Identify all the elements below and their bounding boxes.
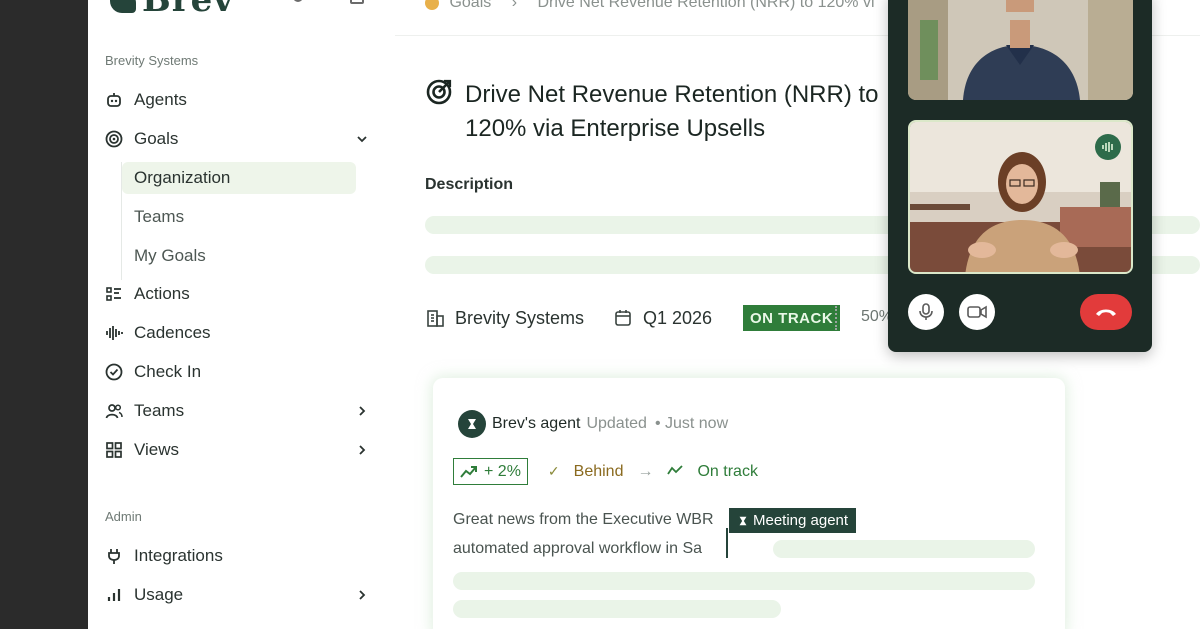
goal-organization[interactable]: Brevity Systems (425, 304, 584, 332)
update-action: Updated (586, 415, 647, 432)
progress-delta-chip: + 2% (453, 458, 528, 485)
hang-up-button[interactable] (1080, 294, 1132, 330)
goals-subitem-teams[interactable]: Teams (122, 201, 356, 233)
update-card: Brev's agent Updated • Just now + 2% ✓ B… (433, 378, 1065, 629)
sidebar-item-goals[interactable]: Goals (104, 123, 384, 155)
sidebar-item-check-in[interactable]: Check In (104, 356, 384, 388)
sidebar-item-actions[interactable]: Actions (104, 278, 384, 310)
goals-subitem-my-goals[interactable]: My Goals (122, 240, 356, 272)
trend-up-icon (460, 465, 477, 478)
chevron-right-icon[interactable] (352, 585, 372, 605)
meeting-agent-tag: Meeting agent (729, 508, 857, 533)
sidebar-item-label: Views (134, 440, 180, 459)
sidebar-item-agents[interactable]: Agents (104, 84, 384, 116)
sidebar-item-label: Actions (134, 284, 190, 303)
message-skeleton-line (773, 540, 1035, 558)
sidebar-item-label: Agents (134, 90, 187, 109)
new-status: On track (667, 462, 758, 481)
period-label: Q1 2026 (643, 307, 713, 328)
status-badge[interactable]: ON TRACK (743, 305, 841, 331)
update-author[interactable]: Brev's agent (492, 415, 580, 433)
progress-delta-value: + 2% (484, 462, 521, 480)
notification-icon[interactable] (293, 0, 303, 2)
goal-period[interactable]: Q1 2026 (613, 304, 712, 332)
update-time: • Just now (654, 415, 729, 432)
previous-status-label: Behind (573, 462, 624, 480)
bar-chart-icon (104, 585, 124, 605)
goals-subitem-organization[interactable]: Organization (122, 162, 356, 194)
mic-button[interactable] (908, 294, 944, 330)
drag-handle (835, 306, 838, 330)
agent-avatar (458, 410, 486, 438)
breadcrumb: Goals › Drive Net Revenue Retention (NRR… (425, 0, 875, 12)
breadcrumb-separator: › (511, 0, 518, 11)
workspace-label: Brevity Systems (105, 53, 199, 68)
target-icon (104, 129, 124, 149)
calendar-icon (613, 308, 633, 328)
check-icon: ✓ (547, 463, 560, 479)
agent-logo-icon (468, 419, 476, 429)
video-tile-participant-1[interactable] (908, 0, 1133, 100)
sidebar-item-teams[interactable]: Teams (104, 395, 384, 427)
sidebar-item-label: Usage (134, 585, 184, 604)
description-label: Description (425, 176, 514, 193)
previous-status: ✓ Behind (548, 463, 624, 481)
chevron-right-icon[interactable] (352, 401, 372, 421)
trend-icon (667, 463, 684, 481)
chevron-right-icon[interactable] (352, 440, 372, 460)
update-message-line: Great news from the Executive WBR (453, 511, 714, 528)
status-change-row: + 2% ✓ Behind → On track (453, 458, 758, 485)
speaking-indicator-icon (1095, 134, 1121, 160)
window-edge (0, 0, 88, 629)
sidebar-item-cadences[interactable]: Cadences (104, 317, 384, 349)
goal-status-dot-icon (425, 0, 439, 10)
arrow-right-icon: → (637, 462, 654, 480)
message-skeleton-line (453, 600, 781, 618)
camera-button[interactable] (959, 294, 995, 330)
sidebar-item-label: Cadences (134, 323, 211, 342)
sidebar-item-views[interactable]: Views (104, 434, 384, 466)
grid-icon (104, 440, 124, 460)
plug-icon (104, 546, 124, 566)
sidebar-item-label: Integrations (134, 546, 223, 565)
waveform-icon (104, 323, 124, 343)
logo-mark-icon (110, 0, 136, 13)
participant-video-image (908, 0, 1133, 100)
sidebar-item-usage[interactable]: Usage (104, 579, 384, 611)
camera-icon (967, 305, 987, 319)
meeting-agent-label: Meeting agent (753, 512, 849, 529)
update-header: Brev's agent Updated • Just now (458, 410, 728, 438)
logo-text: Brev (142, 0, 235, 20)
hang-up-icon (1096, 309, 1116, 316)
new-status-label: On track (697, 462, 758, 480)
sidebar-toggle-icon[interactable] (350, 0, 364, 4)
chevron-down-icon[interactable] (352, 129, 372, 149)
page-title: Drive Net Revenue Retention (NRR) to 120… (465, 81, 879, 142)
app-logo[interactable]: Brev (110, 0, 234, 20)
sidebar-item-label: Goals (134, 129, 179, 148)
video-tile-participant-2[interactable] (908, 120, 1133, 274)
check-circle-icon (104, 362, 124, 382)
breadcrumb-root[interactable]: Goals (449, 0, 491, 11)
users-icon (104, 401, 124, 421)
robot-icon (104, 90, 124, 110)
video-call-panel[interactable] (888, 0, 1152, 352)
collaborator-cursor (726, 528, 728, 558)
mic-icon (919, 303, 933, 320)
goal-target-icon (425, 78, 453, 111)
sidebar-item-label: Check In (134, 362, 202, 381)
update-message-line: automated approval workflow in Sa (453, 540, 703, 557)
agent-logo-icon (739, 516, 747, 525)
admin-section-label: Admin (105, 509, 142, 524)
sidebar-item-label: Teams (134, 401, 185, 420)
organization-label: Brevity Systems (455, 307, 585, 328)
sidebar: Brev Brevity Systems Agents Goals Organi… (88, 0, 388, 629)
list-check-icon (104, 284, 124, 304)
message-skeleton-line (453, 572, 1035, 590)
building-icon (425, 308, 445, 328)
breadcrumb-current: Drive Net Revenue Retention (NRR) to 120… (537, 0, 875, 11)
sidebar-item-integrations[interactable]: Integrations (104, 540, 384, 572)
